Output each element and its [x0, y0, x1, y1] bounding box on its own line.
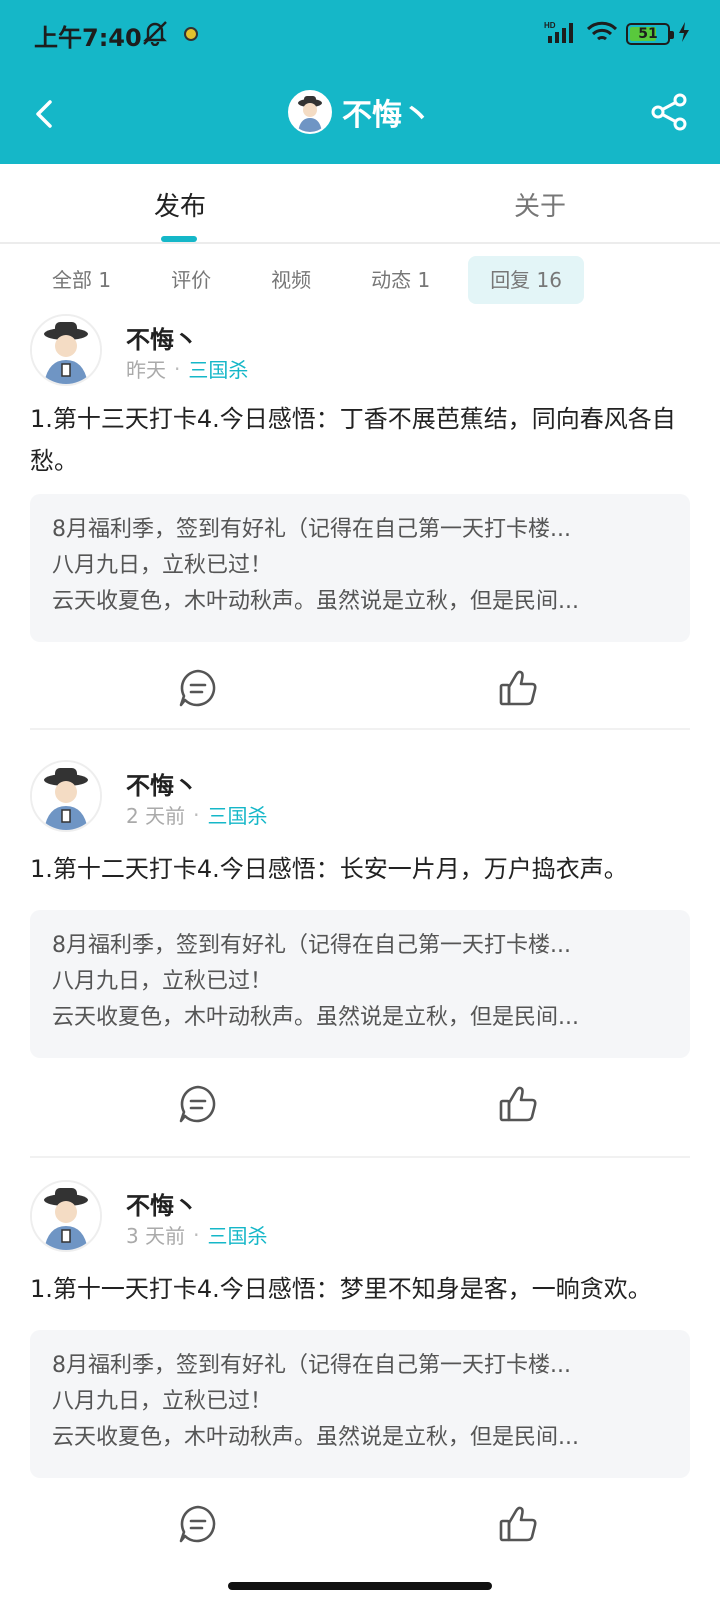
filter-videos[interactable]: 视频 — [249, 256, 333, 304]
thumbs-up-icon — [499, 670, 537, 706]
tab-indicator — [161, 236, 197, 242]
battery-level: 51 — [638, 26, 658, 42]
quote-subtitle: 八月九日，立秋已过！ — [52, 1389, 273, 1414]
filter-replies[interactable]: 回复 16 — [468, 256, 584, 304]
thumbs-up-icon — [499, 1506, 537, 1542]
post-time: 2 天前 — [126, 804, 186, 828]
post-item[interactable]: 不悔丶 2 天前 · 三国杀 1.第十二天打卡4.今日感悟：长安一片月，万户捣衣… — [0, 730, 720, 1158]
post-actions — [0, 1082, 720, 1130]
meta-separator: · — [174, 356, 181, 381]
author-name[interactable]: 不悔丶 — [126, 766, 198, 801]
quote-title: 8月福利季，签到有好礼（记得在自己第一天打卡楼... — [52, 1353, 571, 1378]
home-indicator[interactable] — [228, 1582, 492, 1590]
avatar[interactable] — [30, 1180, 102, 1252]
quote-subtitle: 八月九日，立秋已过！ — [52, 969, 273, 994]
post-content[interactable]: 1.第十二天打卡4.今日感悟：长安一片月，万户捣衣声。 — [30, 848, 680, 890]
quoted-thread[interactable]: 8月福利季，签到有好礼（记得在自己第一天打卡楼... 八月九日，立秋已过！ 云天… — [30, 910, 690, 1058]
tab-bar: 发布 关于 — [0, 164, 720, 244]
quote-title: 8月福利季，签到有好礼（记得在自己第一天打卡楼... — [52, 933, 571, 958]
filter-reviews[interactable]: 评价 — [149, 256, 233, 304]
svg-text:HD: HD — [544, 21, 556, 30]
page-title: 不悔丶 — [342, 98, 432, 133]
like-button[interactable] — [496, 1502, 540, 1546]
tab-publish[interactable]: 发布 — [154, 186, 206, 223]
status-bar: 上午7:40 HD 51 — [0, 0, 720, 66]
forum-link[interactable]: 三国杀 — [188, 354, 248, 383]
avatar[interactable] — [30, 760, 102, 832]
quote-title: 8月福利季，签到有好礼（记得在自己第一天打卡楼... — [52, 517, 571, 542]
comment-icon — [179, 1505, 216, 1543]
quote-excerpt: 云天收夏色，木叶动秋声。虽然说是立秋，但是民间... — [52, 1425, 579, 1450]
post-content[interactable]: 1.第十三天打卡4.今日感悟：丁香不展芭蕉结，同向春风各自愁。 — [30, 398, 680, 482]
tab-about[interactable]: 关于 — [514, 186, 566, 223]
notification-dot-icon — [184, 27, 198, 41]
post-time: 昨天 — [126, 358, 166, 382]
share-button[interactable] — [648, 90, 692, 134]
post-content[interactable]: 1.第十一天打卡4.今日感悟：梦里不知身是客，一晌贪欢。 — [30, 1268, 680, 1310]
quote-excerpt: 云天收夏色，木叶动秋声。虽然说是立秋，但是民间... — [52, 589, 579, 614]
meta-separator: · — [193, 802, 200, 827]
avatar[interactable] — [288, 90, 332, 134]
post-actions — [0, 666, 720, 714]
comment-icon — [179, 1085, 216, 1123]
forum-link[interactable]: 三国杀 — [207, 1220, 267, 1249]
post-item[interactable]: 不悔丶 昨天 · 三国杀 1.第十三天打卡4.今日感悟：丁香不展芭蕉结，同向春风… — [0, 312, 720, 730]
filter-chips: 全部 1 评价 视频 动态 1 回复 16 — [30, 256, 600, 304]
comment-button[interactable] — [176, 666, 220, 710]
share-icon — [651, 93, 687, 131]
forum-link[interactable]: 三国杀 — [207, 800, 267, 829]
comment-button[interactable] — [176, 1082, 220, 1126]
avatar[interactable] — [30, 314, 102, 386]
quote-subtitle: 八月九日，立秋已过！ — [52, 553, 273, 578]
comment-icon — [179, 669, 216, 707]
battery-icon: 51 — [626, 23, 674, 45]
post-meta: 昨天 · 三国杀 — [126, 354, 248, 383]
meta-separator: · — [193, 1222, 200, 1247]
page-title-group: 不悔丶 — [0, 90, 720, 134]
quoted-thread[interactable]: 8月福利季，签到有好礼（记得在自己第一天打卡楼... 八月九日，立秋已过！ 云天… — [30, 494, 690, 642]
like-button[interactable] — [496, 1082, 540, 1126]
post-meta: 3 天前 · 三国杀 — [126, 1220, 267, 1249]
like-button[interactable] — [496, 666, 540, 710]
comment-button[interactable] — [176, 1502, 220, 1546]
post-meta: 2 天前 · 三国杀 — [126, 800, 267, 829]
signal-icon: HD — [544, 20, 578, 48]
author-name[interactable]: 不悔丶 — [126, 1186, 198, 1221]
post-time: 3 天前 — [126, 1224, 186, 1248]
mute-icon — [140, 20, 170, 50]
thumbs-up-icon — [499, 1086, 537, 1122]
filter-all[interactable]: 全部 1 — [30, 256, 133, 304]
title-bar: 不悔丶 — [0, 66, 720, 164]
status-time: 上午7:40 — [34, 24, 142, 52]
post-actions — [0, 1502, 720, 1550]
wifi-icon — [586, 20, 618, 48]
author-name[interactable]: 不悔丶 — [126, 320, 198, 355]
filter-moments[interactable]: 动态 1 — [349, 256, 452, 304]
quoted-thread[interactable]: 8月福利季，签到有好礼（记得在自己第一天打卡楼... 八月九日，立秋已过！ 云天… — [30, 1330, 690, 1478]
post-item[interactable]: 不悔丶 3 天前 · 三国杀 1.第十一天打卡4.今日感悟：梦里不知身是客，一晌… — [0, 1140, 720, 1558]
post-feed: 不悔丶 昨天 · 三国杀 1.第十三天打卡4.今日感悟：丁香不展芭蕉结，同向春风… — [0, 312, 720, 1558]
charging-icon — [678, 21, 690, 47]
quote-excerpt: 云天收夏色，木叶动秋声。虽然说是立秋，但是民间... — [52, 1005, 579, 1030]
